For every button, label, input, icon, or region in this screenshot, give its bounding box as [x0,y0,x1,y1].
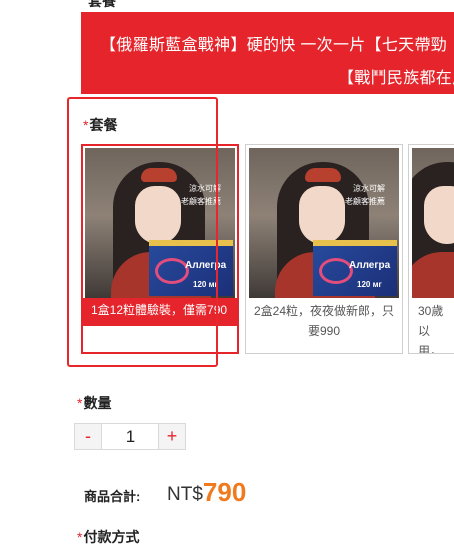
promo-banner-line-1: 【俄羅斯藍盒戰神】硬的快 一次一片【七天帶勁 [100,37,448,54]
quantity-stepper: - + [74,423,186,450]
required-mark: * [77,395,83,411]
previous-section-label: 套餐 [88,0,116,9]
subtotal-label: 商品合計: [84,489,141,504]
currency-symbol: NT$ [167,484,203,505]
promo-banner-line-2: 【戰鬥民族都在用 [338,70,454,87]
package-option-label: 2盒24粒，夜夜做新郎，只要990 [253,304,395,338]
promo-banner: 【俄羅斯藍盒戰神】硬的快 一次一片【七天帶勁 【戰鬥民族都在用 [81,12,454,94]
quantity-label: *數量 [77,393,111,413]
package-option-label: 30歲以用，每粒 [418,304,444,353]
product-image: 涼水可解 老顧客推薦 Аллегра 120 мг [249,148,399,298]
product-image [412,148,454,298]
quantity-input[interactable] [102,424,159,449]
payment-method-label-text: 付款方式 [83,529,140,545]
product-box-image: Аллегра 120 мг [313,240,397,296]
quantity-label-text: 數量 [83,395,112,411]
payment-method-label: *付款方式 [77,527,139,547]
increment-button[interactable]: + [158,424,185,449]
price-amount: 790 [202,477,247,507]
selection-annotation-box [67,97,218,367]
image-caption: 涼水可解 老顧客推薦 [345,184,385,206]
package-option-3[interactable]: 30歲以用，每粒 [408,144,454,354]
package-option-2[interactable]: 涼水可解 老顧客推薦 Аллегра 120 мг 2盒24粒，夜夜做新郎，只要… [245,144,403,354]
decrement-button[interactable]: - [75,424,102,449]
required-mark: * [77,529,83,545]
logo-ring-icon [319,258,353,284]
page-margin [0,0,62,534]
subtotal-price: NT$790 [167,477,246,508]
